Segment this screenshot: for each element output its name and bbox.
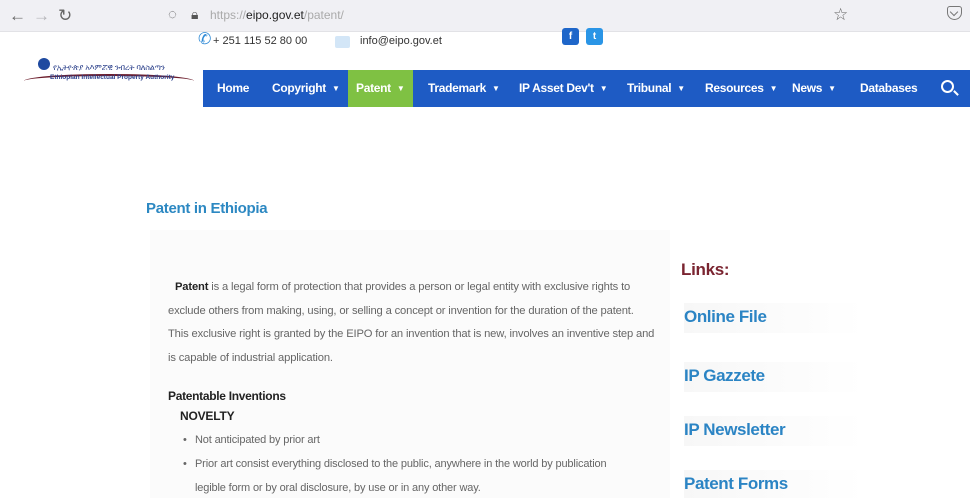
patent-forms-link[interactable]: Patent Forms [684,470,864,498]
nav-item-patent[interactable]: Patent ▼ [348,70,413,107]
online-file-link[interactable]: Online File [684,303,864,333]
logo-emblem-icon [38,58,50,70]
intro-paragraph: Patent is a legal form of protection tha… [168,276,656,370]
page-title: Patent in Ethiopia [146,200,268,217]
list-item-continuation: legible form or by oral disclosure, by u… [195,482,481,494]
list-item-text: Not anticipated by prior art [195,434,320,446]
patentable-inventions-heading: Patentable Inventions [168,389,286,403]
nav-item-copyright[interactable]: Copyright ▼ [272,70,340,107]
forward-arrow-icon[interactable]: → [33,6,50,26]
logo-english-text: Ethiopian Intellectual Property Authorit… [50,74,175,81]
twitter-icon[interactable]: t [586,28,603,45]
chevron-down-icon: ▼ [599,84,608,93]
nav-item-label: Home [217,81,250,95]
logo-amharic-text: የኢትዮጵያ አእምሯዊ ንብረት ባለስልጣን [53,63,165,72]
nav-item-tribunal[interactable]: Tribunal ▼ [627,70,685,107]
site-logo[interactable]: የኢትዮጵያ አእምሯዊ ንብረት ባለስልጣን Ethiopian Intel… [24,54,204,94]
links-heading: Links: [681,260,730,279]
ip-gazette-link[interactable]: IP Gazzete [684,362,864,392]
pocket-icon[interactable] [947,6,962,20]
bullet-icon: • [183,434,187,446]
phone-icon: ✆ [198,31,212,48]
nav-item-label: Tribunal [627,81,672,95]
intro-text: is a legal form of protection that provi… [168,281,655,364]
nav-item-trademark[interactable]: Trademark ▼ [428,70,500,107]
chevron-down-icon: ▼ [769,84,778,93]
chevron-down-icon: ▼ [828,84,836,93]
list-item: • Prior art consist everything disclosed… [183,458,607,470]
novelty-heading: NOVELTY [180,409,235,423]
address-bar[interactable]: ◌ 🔒︎ https://eipo.gov.et/patent/ [158,3,868,29]
nav-item-news[interactable]: News ▼ [792,70,836,107]
list-item-text: legible form or by oral disclosure, by u… [195,482,481,494]
email-address[interactable]: info@eipo.gov.et [360,35,442,47]
url-path: /patent/ [303,8,344,22]
back-arrow-icon[interactable]: ← [9,6,26,26]
bookmark-star-icon[interactable]: ☆ [833,5,848,25]
nav-item-label: Databases [860,81,918,95]
nav-item-label: Trademark [428,81,487,95]
tracking-shield-icon[interactable]: ◌ [168,6,177,23]
reload-icon[interactable]: ↻ [58,6,72,26]
chevron-down-icon: ▼ [677,84,685,93]
nav-item-ip-asset-dev[interactable]: IP Asset Dev't ▼ [519,70,608,107]
lock-icon[interactable]: 🔒︎ [191,6,198,23]
chevron-down-icon: ▼ [331,84,340,93]
nav-item-resources[interactable]: Resources ▼ [705,70,778,107]
browser-toolbar: ← → ↻ ◌ 🔒︎ https://eipo.gov.et/patent/ ☆ [0,0,970,32]
bullet-icon: • [183,458,187,470]
nav-item-label: News [792,81,823,95]
chevron-down-icon: ▼ [396,84,405,93]
email-icon [335,36,350,48]
intro-bold-term: Patent [175,281,209,293]
nav-item-label: IP Asset Dev't [519,81,594,95]
search-icon[interactable] [941,80,954,93]
url-domain: eipo.gov.et [246,8,304,22]
url-prefix: https:// [210,8,247,22]
url-text[interactable]: https://eipo.gov.et/patent/ [210,8,344,22]
facebook-icon[interactable]: f [562,28,579,45]
nav-item-label: Patent [356,81,391,95]
ip-newsletter-link[interactable]: IP Newsletter [684,416,864,446]
phone-number: + 251 115 52 80 00 [213,35,308,47]
list-item-text: Prior art consist everything disclosed t… [195,458,607,470]
chevron-down-icon: ▼ [492,84,500,93]
nav-item-home[interactable]: Home [217,70,249,107]
list-item: • Not anticipated by prior art [183,434,320,446]
nav-item-label: Copyright [272,81,326,95]
nav-item-label: Resources [705,81,764,95]
nav-item-databases[interactable]: Databases [860,70,918,107]
main-nav: Home Copyright ▼ Patent ▼ Trademark ▼ IP As… [203,70,970,107]
